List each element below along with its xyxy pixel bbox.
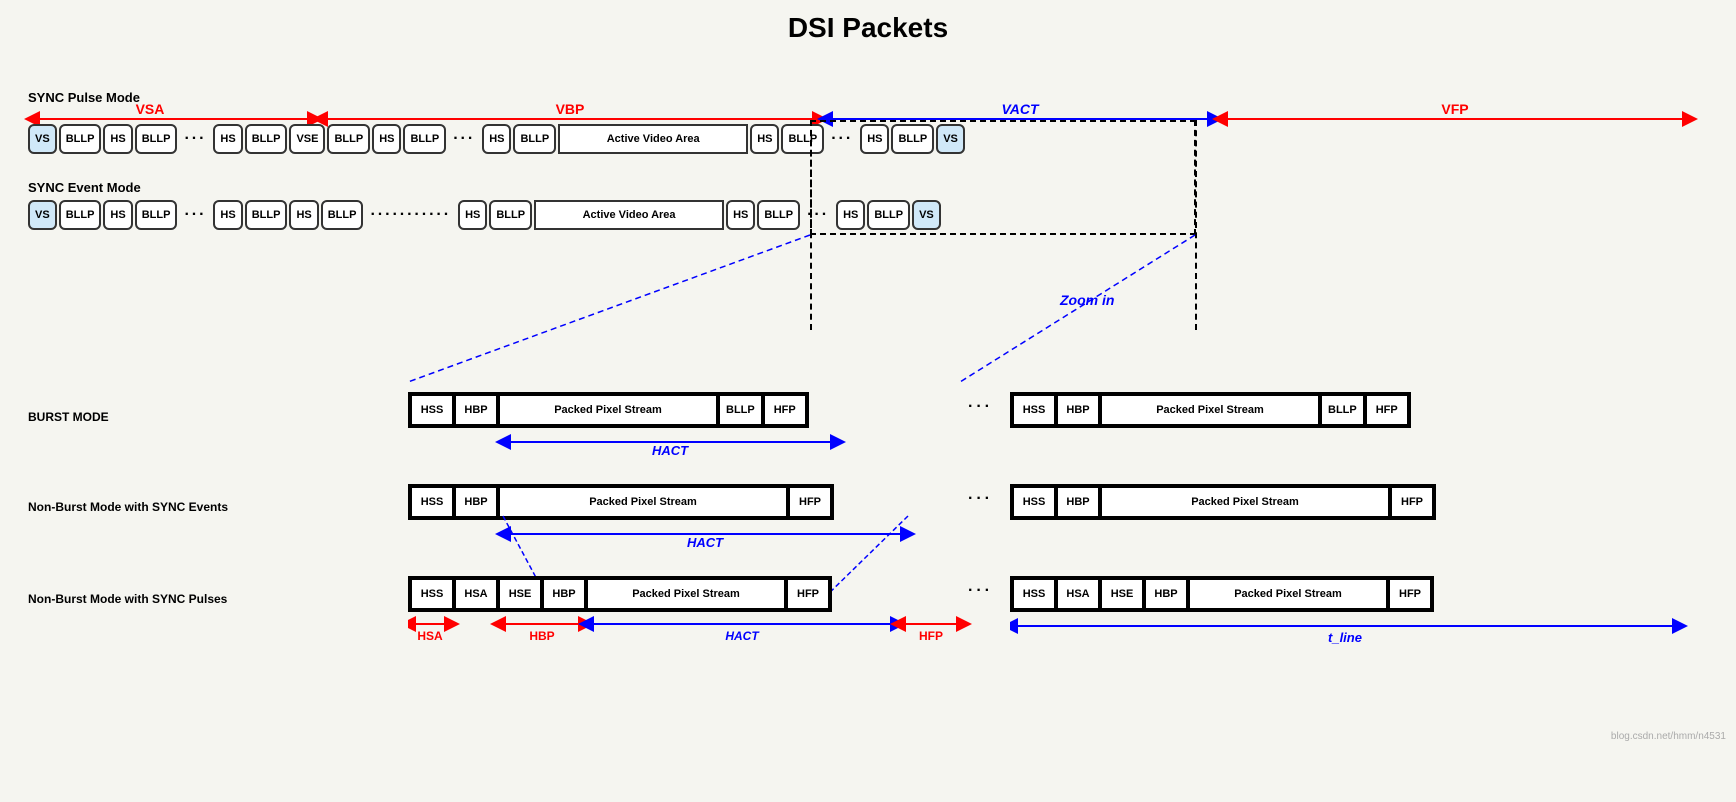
svg-text:VFP: VFP bbox=[1441, 101, 1468, 117]
svg-text:HSA: HSA bbox=[417, 629, 443, 643]
nbp-hss2: HSS bbox=[1012, 578, 1056, 610]
vs-pkt-e1: VS bbox=[28, 200, 57, 230]
hs-pkt3: HS bbox=[372, 124, 401, 154]
bllp-pkt-e4: BLLP bbox=[321, 200, 364, 230]
bm-hfp1: HFP bbox=[763, 394, 807, 426]
diagram: SYNC Pulse Mode VSA VBP VACT VFP bbox=[0, 52, 1736, 752]
svg-text:HACT: HACT bbox=[687, 535, 724, 549]
dots-e2: ··········· bbox=[365, 200, 456, 230]
dots-e1: ··· bbox=[179, 200, 211, 230]
vs-pkt: VS bbox=[28, 124, 57, 154]
bllp-pkt2: BLLP bbox=[135, 124, 178, 154]
bllp-pkt6: BLLP bbox=[513, 124, 556, 154]
nbp-hfp1: HFP bbox=[786, 578, 830, 610]
nbp-hss1: HSS bbox=[410, 578, 454, 610]
nbp-hbp1: HBP bbox=[542, 578, 586, 610]
bllp-pkt: BLLP bbox=[59, 124, 102, 154]
nbp-hsa2: HSA bbox=[1056, 578, 1100, 610]
hs-pkt5: HS bbox=[750, 124, 779, 154]
svg-text:HACT: HACT bbox=[725, 629, 760, 643]
bm-pps1: Packed Pixel Stream bbox=[498, 394, 718, 426]
bm-pps2: Packed Pixel Stream bbox=[1100, 394, 1320, 426]
burst-mode-group1: HSS HBP Packed Pixel Stream BLLP HFP bbox=[408, 392, 809, 428]
sync-pulse-label: SYNC Pulse Mode bbox=[28, 90, 140, 105]
nbe-hss2: HSS bbox=[1012, 486, 1056, 518]
bm-hfp2: HFP bbox=[1365, 394, 1409, 426]
nb-sync-events-label: Non-Burst Mode with SYNC Events bbox=[28, 500, 228, 514]
bm-hbp2: HBP bbox=[1056, 394, 1100, 426]
active-video-area2: Active Video Area bbox=[534, 200, 724, 230]
svg-text:VACT: VACT bbox=[1001, 101, 1040, 117]
hs-pkt2: HS bbox=[213, 124, 242, 154]
vact-box bbox=[810, 120, 1196, 235]
hs-pkt-e5: HS bbox=[726, 200, 755, 230]
bm-hss2: HSS bbox=[1012, 394, 1056, 426]
nbe-hbp1: HBP bbox=[454, 486, 498, 518]
bllp-pkt-e5: BLLP bbox=[489, 200, 532, 230]
nbe-hact-arrow: HACT bbox=[408, 519, 978, 549]
bllp-pkt-e2: BLLP bbox=[135, 200, 178, 230]
bllp-pkt-e1: BLLP bbox=[59, 200, 102, 230]
nb-sync-pulses-label: Non-Burst Mode with SYNC Pulses bbox=[28, 592, 227, 606]
svg-text:HACT: HACT bbox=[652, 443, 689, 457]
watermark: blog.csdn.net/hmm/n4531 bbox=[1611, 731, 1726, 742]
bllp-pkt-e3: BLLP bbox=[245, 200, 288, 230]
tline-arrow: t_line bbox=[1010, 614, 1690, 664]
bllp-pkt4: BLLP bbox=[327, 124, 370, 154]
svg-text:t_line: t_line bbox=[1328, 630, 1362, 645]
dots1: ··· bbox=[179, 124, 211, 154]
nbp-dots: ··· bbox=[968, 582, 993, 600]
page-title: DSI Packets bbox=[0, 0, 1736, 52]
svg-text:HFP: HFP bbox=[919, 629, 943, 643]
hs-pkt-e2: HS bbox=[213, 200, 242, 230]
nb-pulses-group2: HSS HSA HSE HBP Packed Pixel Stream HFP bbox=[1010, 576, 1434, 612]
bm-bllp1: BLLP bbox=[718, 394, 763, 426]
nbp-hse2: HSE bbox=[1100, 578, 1144, 610]
bllp-pkt5: BLLP bbox=[403, 124, 446, 154]
burst-mode-group2: HSS HBP Packed Pixel Stream BLLP HFP bbox=[1010, 392, 1411, 428]
nbe-pps1: Packed Pixel Stream bbox=[498, 486, 788, 518]
sync-event-label: SYNC Event Mode bbox=[28, 180, 141, 195]
nbe-dots: ··· bbox=[968, 490, 993, 508]
bm-hss1: HSS bbox=[410, 394, 454, 426]
active-video-area1: Active Video Area bbox=[558, 124, 748, 154]
bllp-pkt-e6: BLLP bbox=[757, 200, 800, 230]
nbp-pps2: Packed Pixel Stream bbox=[1188, 578, 1388, 610]
nbe-hfp2: HFP bbox=[1390, 486, 1434, 518]
hs-pkt-e4: HS bbox=[458, 200, 487, 230]
nbe-hss1: HSS bbox=[410, 486, 454, 518]
nbp-hse1: HSE bbox=[498, 578, 542, 610]
nbp-hsa1: HSA bbox=[454, 578, 498, 610]
burst-dots: ··· bbox=[968, 398, 993, 416]
burst-mode-label: BURST MODE bbox=[28, 410, 109, 424]
hs-pkt: HS bbox=[103, 124, 132, 154]
burst-hact-arrow: HACT bbox=[408, 427, 978, 457]
bm-bllp2: BLLP bbox=[1320, 394, 1365, 426]
bottom-arrows: HSA HBP HACT HFP bbox=[408, 612, 978, 662]
nbe-pps2: Packed Pixel Stream bbox=[1100, 486, 1390, 518]
vse-pkt: VSE bbox=[289, 124, 325, 154]
dots2: ··· bbox=[448, 124, 480, 154]
hs-pkt4: HS bbox=[482, 124, 511, 154]
svg-text:VSA: VSA bbox=[136, 101, 165, 117]
nb-events-group1: HSS HBP Packed Pixel Stream HFP bbox=[408, 484, 834, 520]
zoom-label: Zoom in bbox=[1060, 292, 1114, 308]
nbp-hbp2: HBP bbox=[1144, 578, 1188, 610]
nbe-hfp1: HFP bbox=[788, 486, 832, 518]
bllp-pkt3: BLLP bbox=[245, 124, 288, 154]
nbe-hbp2: HBP bbox=[1056, 486, 1100, 518]
nb-events-group2: HSS HBP Packed Pixel Stream HFP bbox=[1010, 484, 1436, 520]
hs-pkt-e1: HS bbox=[103, 200, 132, 230]
nb-pulses-group1: HSS HSA HSE HBP Packed Pixel Stream HFP bbox=[408, 576, 832, 612]
nbp-hfp2: HFP bbox=[1388, 578, 1432, 610]
sync-event-row: VS BLLP HS BLLP ··· HS BLLP HS BLLP ····… bbox=[28, 200, 941, 230]
bm-hbp1: HBP bbox=[454, 394, 498, 426]
svg-text:VBP: VBP bbox=[556, 101, 585, 117]
svg-text:HBP: HBP bbox=[529, 629, 554, 643]
hs-pkt-e3: HS bbox=[289, 200, 318, 230]
nbp-pps1: Packed Pixel Stream bbox=[586, 578, 786, 610]
